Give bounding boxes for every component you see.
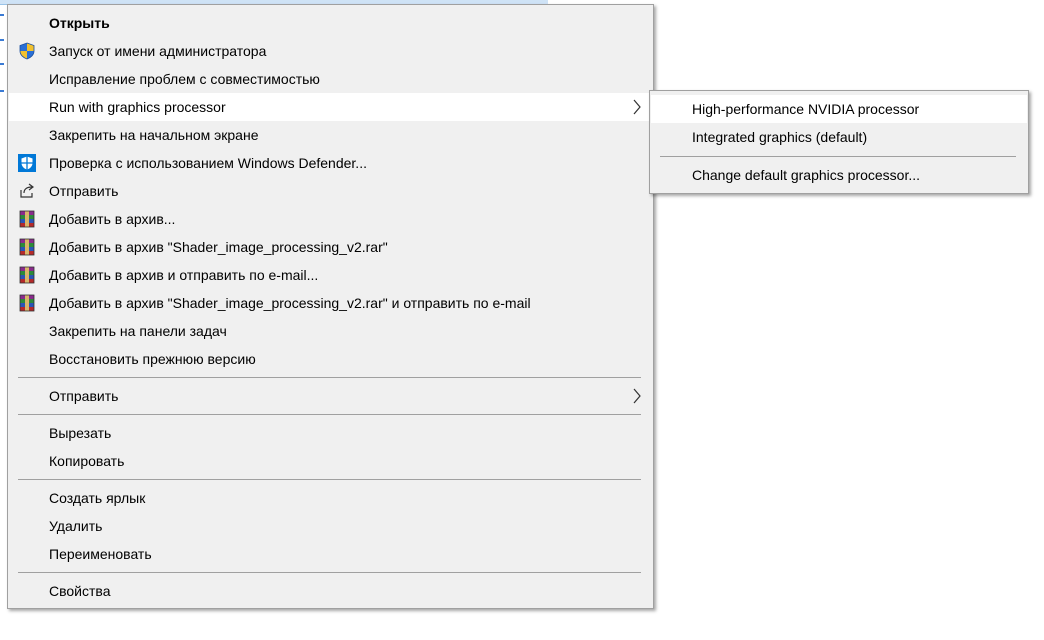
menu-item-label: Удалить: [49, 518, 103, 534]
menu-item-share[interactable]: Отправить: [9, 177, 652, 205]
menu-item-copy[interactable]: Копировать: [9, 447, 652, 475]
menu-separator: [18, 414, 641, 415]
share-icon: [18, 182, 36, 200]
submenu-item-label: High-performance NVIDIA processor: [692, 101, 920, 117]
menu-item-run-with-gpu[interactable]: Run with graphics processor: [9, 93, 652, 121]
winrar-icon: [18, 266, 36, 284]
menu-item-label: Закрепить на панели задач: [49, 323, 227, 339]
menu-item-label: Восстановить прежнюю версию: [49, 351, 256, 367]
chevron-right-icon: [632, 99, 642, 115]
menu-item-send-to[interactable]: Отправить: [9, 382, 652, 410]
menu-item-label: Исправление проблем с совместимостью: [49, 71, 320, 87]
menu-item-label: Добавить в архив и отправить по e-mail..…: [49, 267, 319, 283]
menu-item-delete[interactable]: Удалить: [9, 512, 652, 540]
submenu-item-label: Integrated graphics (default): [692, 129, 868, 145]
menu-item-label: Переименовать: [49, 546, 152, 562]
menu-item-add-to-named-archive[interactable]: Добавить в архив "Shader_image_processin…: [9, 233, 652, 261]
menu-item-label: Закрепить на начальном экране: [49, 127, 259, 143]
submenu-item-nvidia[interactable]: High-performance NVIDIA processor: [651, 95, 1027, 123]
menu-separator: [18, 479, 641, 480]
background-fragment: [0, 90, 4, 92]
menu-item-restore-previous[interactable]: Восстановить прежнюю версию: [9, 345, 652, 373]
submenu-item-integrated[interactable]: Integrated graphics (default): [651, 123, 1027, 151]
menu-item-label: Копировать: [49, 453, 125, 469]
menu-item-rename[interactable]: Переименовать: [9, 540, 652, 568]
menu-separator: [18, 377, 641, 378]
submenu-separator: [660, 156, 1016, 157]
menu-item-create-shortcut[interactable]: Создать ярлык: [9, 484, 652, 512]
background-fragment: [0, 39, 4, 41]
chevron-right-icon: [632, 388, 642, 404]
menu-item-label: Добавить в архив "Shader_image_processin…: [49, 295, 531, 311]
menu-item-label: Добавить в архив "Shader_image_processin…: [49, 239, 388, 255]
menu-item-label: Добавить в архив...: [49, 211, 176, 227]
menu-separator: [18, 572, 641, 573]
menu-item-label: Отправить: [49, 183, 119, 199]
background-fragment: [0, 63, 4, 65]
winrar-icon: [18, 238, 36, 256]
menu-item-defender-scan[interactable]: Проверка с использованием Windows Defend…: [9, 149, 652, 177]
menu-item-pin-to-start[interactable]: Закрепить на начальном экране: [9, 121, 652, 149]
menu-item-properties[interactable]: Свойства: [9, 577, 652, 605]
context-menu: Открыть Запуск от имени администратора И…: [7, 4, 654, 609]
winrar-icon: [18, 210, 36, 228]
menu-item-run-as-admin[interactable]: Запуск от имени администратора: [9, 37, 652, 65]
defender-shield-icon: [18, 154, 36, 172]
menu-item-label: Свойства: [49, 583, 111, 599]
submenu-item-label: Change default graphics processor...: [692, 167, 921, 183]
menu-item-cut[interactable]: Вырезать: [9, 419, 652, 447]
menu-item-label: Создать ярлык: [49, 490, 146, 506]
uac-shield-icon: [18, 42, 36, 60]
menu-item-add-to-archive[interactable]: Добавить в архив...: [9, 205, 652, 233]
menu-item-add-and-email[interactable]: Добавить в архив и отправить по e-mail..…: [9, 261, 652, 289]
menu-item-open[interactable]: Открыть: [9, 9, 652, 37]
menu-item-label: Проверка с использованием Windows Defend…: [49, 155, 367, 171]
menu-item-label: Запуск от имени администратора: [49, 43, 267, 59]
menu-item-label: Открыть: [49, 15, 110, 31]
menu-item-troubleshoot-compat[interactable]: Исправление проблем с совместимостью: [9, 65, 652, 93]
submenu-item-change-default[interactable]: Change default graphics processor...: [651, 161, 1027, 189]
menu-item-label: Вырезать: [49, 425, 112, 441]
background-fragment: [0, 14, 4, 16]
winrar-icon: [18, 294, 36, 312]
gpu-submenu: High-performance NVIDIA processor Integr…: [649, 90, 1029, 194]
menu-item-label: Отправить: [49, 388, 119, 404]
menu-item-add-named-and-email[interactable]: Добавить в архив "Shader_image_processin…: [9, 289, 652, 317]
menu-item-label: Run with graphics processor: [49, 99, 226, 115]
menu-item-pin-to-taskbar[interactable]: Закрепить на панели задач: [9, 317, 652, 345]
